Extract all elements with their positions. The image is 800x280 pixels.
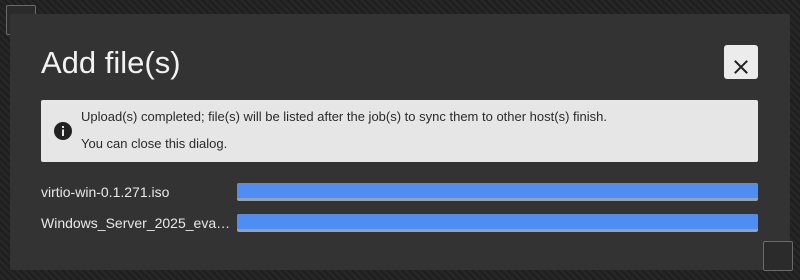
alert-hint: You can close this dialog. [81,136,228,151]
file-name: Windows_Server_2025_eval_x… [41,215,231,231]
file-row: virtio-win-0.1.271.iso [41,182,758,202]
upload-progress-fill [237,214,758,229]
file-row: Windows_Server_2025_eval_x… [41,213,758,233]
upload-status-alert: Upload(s) completed; file(s) will be lis… [41,100,758,162]
corner-box-bottom-right [763,241,793,271]
alert-message: Upload(s) completed; file(s) will be lis… [81,109,607,124]
upload-progress-fill [237,183,758,198]
upload-progress-bar [237,183,758,201]
info-circle-icon [54,122,72,140]
dialog-title: Add file(s) [41,45,181,80]
close-button[interactable] [724,45,758,79]
file-name: virtio-win-0.1.271.iso [41,184,170,200]
close-x-icon [734,59,748,74]
upload-progress-bar [237,214,758,232]
add-files-dialog: Add file(s) Upload(s) completed; file(s)… [10,14,790,270]
